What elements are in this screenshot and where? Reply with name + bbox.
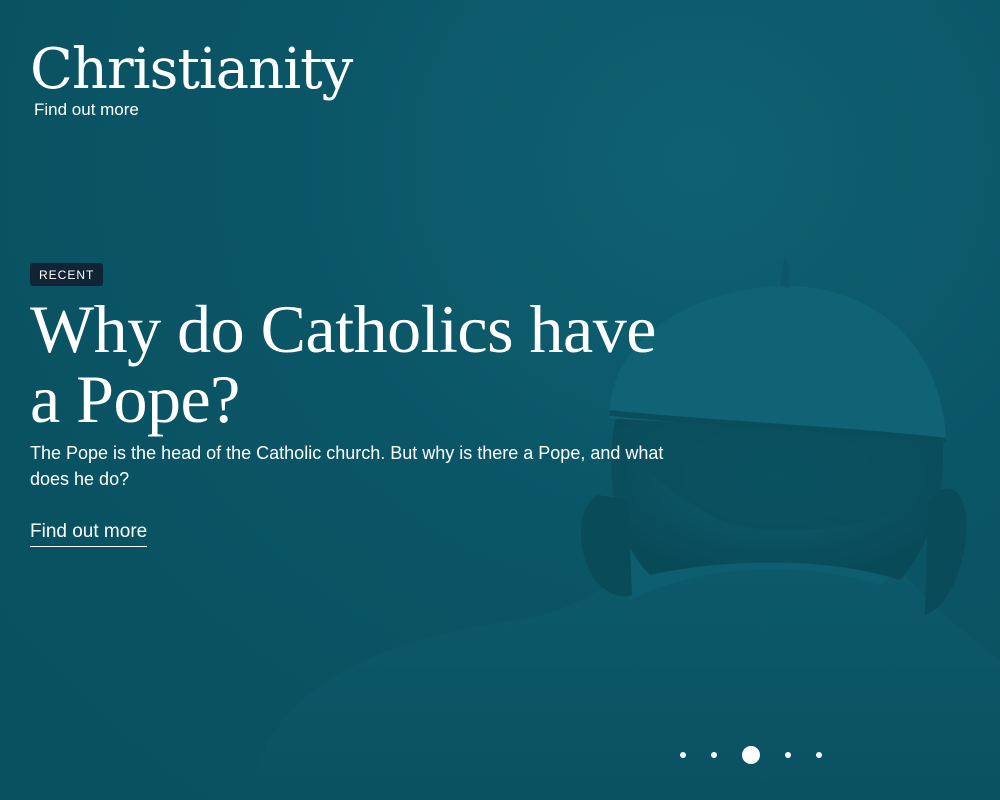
carousel-dot-5[interactable] — [816, 752, 822, 758]
carousel-dot-4[interactable] — [785, 752, 791, 758]
carousel-dot-3-active[interactable] — [742, 746, 760, 764]
brand-find-out-more-link[interactable]: Find out more — [34, 100, 352, 120]
find-out-more-link[interactable]: Find out more — [30, 520, 148, 547]
recent-badge: RECENT — [30, 263, 104, 286]
carousel-dot-2[interactable] — [711, 752, 717, 758]
carousel-pagination — [680, 746, 847, 764]
hero-section: Christianity Find out more RECENT Why do… — [0, 0, 1000, 800]
article-summary: The Pope is the head of the Catholic chu… — [30, 443, 664, 489]
article-headline: Why do Catholics have a Pope? — [30, 291, 656, 437]
site-title-link[interactable]: Christianity — [30, 38, 353, 102]
brand-header: Christianity Find out more — [30, 38, 353, 120]
carousel-dot-1[interactable] — [680, 752, 686, 758]
